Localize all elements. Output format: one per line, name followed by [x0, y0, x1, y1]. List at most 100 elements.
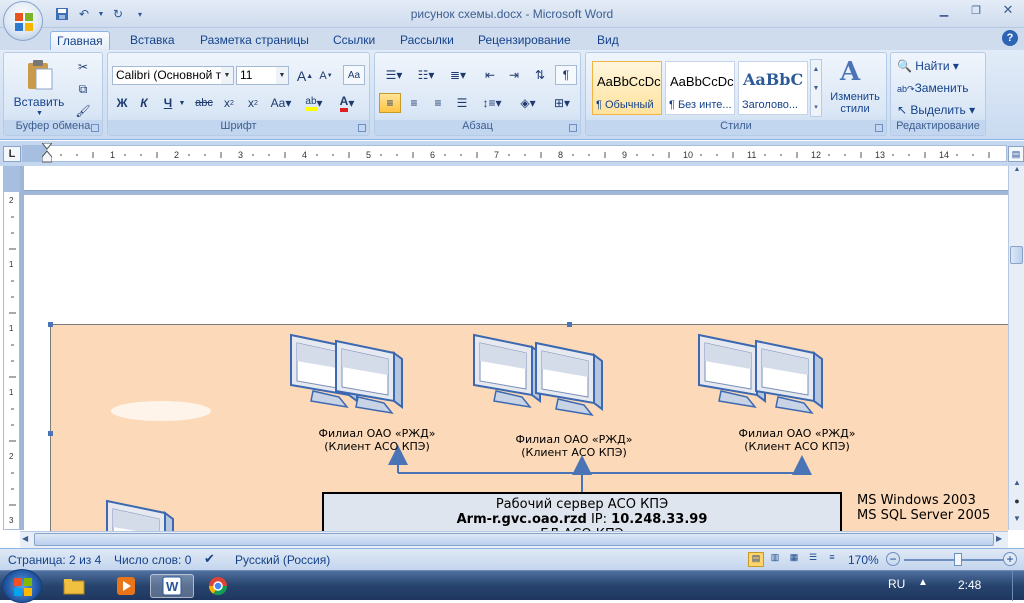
decrease-indent-icon[interactable]: ⇤: [479, 65, 501, 85]
help-icon[interactable]: ?: [1002, 30, 1018, 46]
clear-formatting-icon[interactable]: Aa: [343, 65, 365, 85]
print-layout-icon[interactable]: ▤: [748, 552, 764, 567]
scroll-right-icon[interactable]: ▶: [996, 534, 1002, 543]
tab-review[interactable]: Рецензирование: [472, 31, 577, 50]
diagram-canvas[interactable]: Филиал ОАО «РЖД» (Клиент АСО КПЭ) Филиал …: [48, 322, 1008, 542]
view-ruler-icon[interactable]: ▤: [1008, 146, 1024, 162]
style-no-spacing[interactable]: AaBbCcDc ¶ Без инте...: [665, 61, 735, 115]
indent-marker-icon[interactable]: [40, 142, 54, 163]
find-button[interactable]: 🔍 Найти ▾: [897, 59, 959, 73]
shading-icon[interactable]: ◈▾: [513, 93, 543, 113]
format-painter-icon[interactable]: 🖌: [72, 101, 94, 121]
zoom-in-icon[interactable]: +: [1003, 552, 1017, 566]
paragraph-launcher-icon[interactable]: [569, 124, 577, 132]
bullets-icon[interactable]: ☰▾: [379, 65, 409, 85]
align-right-icon[interactable]: ≡: [427, 93, 449, 113]
numbering-icon[interactable]: ☷▾: [411, 65, 441, 85]
superscript-icon[interactable]: x2: [242, 93, 264, 113]
tab-selector-icon[interactable]: L: [3, 146, 21, 162]
select-button[interactable]: ↖ Выделить ▾: [897, 103, 975, 117]
shrink-font-icon[interactable]: A ▼: [316, 66, 336, 86]
start-button[interactable]: [2, 569, 42, 603]
horizontal-scroll-thumb[interactable]: [34, 533, 994, 546]
close-icon[interactable]: ✕: [992, 0, 1024, 20]
minimize-icon[interactable]: ▁: [928, 0, 960, 20]
language-status[interactable]: Русский (Россия): [235, 553, 330, 567]
tab-page-layout[interactable]: Разметка страницы: [194, 31, 315, 50]
web-layout-icon[interactable]: ▦: [786, 552, 802, 567]
vertical-scroll-thumb[interactable]: [1010, 246, 1023, 264]
tab-view[interactable]: Вид: [591, 31, 625, 50]
highlight-icon[interactable]: ab ▾: [300, 93, 328, 113]
word-count[interactable]: Число слов: 0: [114, 553, 191, 567]
input-language[interactable]: RU: [888, 577, 905, 591]
styles-launcher-icon[interactable]: [875, 124, 883, 132]
restore-icon[interactable]: ❐: [960, 0, 992, 20]
clock[interactable]: 2:48: [958, 578, 981, 592]
tab-mailings[interactable]: Рассылки: [394, 31, 460, 50]
show-desktop-button[interactable]: [1012, 571, 1024, 601]
previous-page-icon[interactable]: ▲: [1011, 478, 1023, 492]
page-count[interactable]: Страница: 2 из 4: [8, 553, 101, 567]
zoom-out-icon[interactable]: −: [886, 552, 900, 566]
font-size-dropdown-icon[interactable]: ▼: [276, 67, 288, 84]
underline-icon[interactable]: Ч: [158, 93, 178, 113]
font-family-dropdown-icon[interactable]: ▼: [221, 67, 233, 84]
browse-object-icon[interactable]: ●: [1011, 496, 1023, 510]
align-center-icon[interactable]: ≡: [403, 93, 425, 113]
align-left-icon[interactable]: ≡: [379, 93, 401, 113]
subscript-icon[interactable]: x2: [218, 93, 240, 113]
strikethrough-icon[interactable]: abc: [192, 93, 216, 113]
paste-button[interactable]: Вставить ▼: [14, 55, 64, 119]
italic-icon[interactable]: К: [134, 93, 154, 113]
sort-icon[interactable]: ⇅: [529, 65, 551, 85]
change-case-icon[interactable]: Aa▾: [266, 93, 296, 113]
tab-home[interactable]: Главная: [50, 31, 110, 50]
horizontal-ruler[interactable]: 1234 5678 9 10 11 12 13 14: [22, 145, 1007, 162]
scroll-left-icon[interactable]: ◀: [22, 534, 28, 543]
vertical-ruler[interactable]: 2 1 1 1 2 3: [3, 166, 20, 530]
style-heading[interactable]: AaBbC Заголово...: [738, 61, 808, 115]
tray-expand-icon[interactable]: ▲: [918, 577, 928, 588]
full-screen-reading-icon[interactable]: ▥: [767, 552, 783, 567]
replace-button[interactable]: ab↷Заменить: [897, 81, 969, 95]
underline-dropdown-icon[interactable]: ▼: [178, 93, 186, 113]
change-styles-button[interactable]: A Изменить стили: [826, 57, 884, 119]
grow-font-icon[interactable]: A ▲: [295, 66, 315, 86]
font-launcher-icon[interactable]: [358, 124, 366, 132]
server-line1: Рабочий сервер АСО КПЭ: [495, 497, 669, 512]
word-taskbar-icon[interactable]: W: [150, 574, 194, 598]
explorer-taskbar-icon[interactable]: [54, 574, 94, 598]
chrome-taskbar-icon[interactable]: [198, 574, 238, 598]
svg-text:6: 6: [430, 150, 435, 160]
cut-icon[interactable]: ✂: [72, 57, 94, 77]
tab-references[interactable]: Ссылки: [327, 31, 381, 50]
zoom-level[interactable]: 170%: [848, 553, 879, 567]
horizontal-scrollbar[interactable]: ◀ ▶: [20, 531, 1008, 548]
styles-scroll[interactable]: ▲ ▼ ▾: [810, 59, 822, 117]
next-page-icon[interactable]: ▼: [1011, 514, 1023, 528]
font-size-combo[interactable]: 11 ▼: [236, 66, 289, 85]
tab-insert[interactable]: Вставка: [124, 31, 181, 50]
style-normal[interactable]: AaBbCcDc ¶ Обычный: [592, 61, 662, 115]
outline-icon[interactable]: ☰: [805, 552, 821, 567]
font-family-combo[interactable]: Calibri (Основной те ▼: [112, 66, 234, 85]
office-button[interactable]: [3, 1, 43, 41]
line-spacing-icon[interactable]: ↕≡▾: [477, 93, 507, 113]
show-formatting-icon[interactable]: ¶: [555, 65, 577, 85]
borders-icon[interactable]: ⊞▾: [547, 93, 577, 113]
multilevel-list-icon[interactable]: ≣▾: [443, 65, 473, 85]
font-color-icon[interactable]: A ▾: [332, 93, 362, 113]
clipboard-launcher-icon[interactable]: [91, 124, 99, 132]
justify-icon[interactable]: ☰: [451, 93, 473, 113]
vertical-scrollbar[interactable]: ▲ ▲ ● ▼: [1008, 166, 1024, 530]
bold-icon[interactable]: Ж: [112, 93, 132, 113]
media-player-taskbar-icon[interactable]: [106, 574, 146, 598]
draft-icon[interactable]: ≡: [824, 552, 840, 567]
clipboard-group: Вставить ▼ ✂ ⧉ 🖌 Буфер обмена: [3, 52, 103, 136]
spelling-check-icon[interactable]: ✔: [204, 551, 215, 567]
increase-indent-icon[interactable]: ⇥: [503, 65, 525, 85]
scroll-up-icon[interactable]: ▲: [1011, 166, 1023, 180]
zoom-slider-thumb[interactable]: [954, 553, 962, 566]
copy-icon[interactable]: ⧉: [72, 79, 94, 99]
